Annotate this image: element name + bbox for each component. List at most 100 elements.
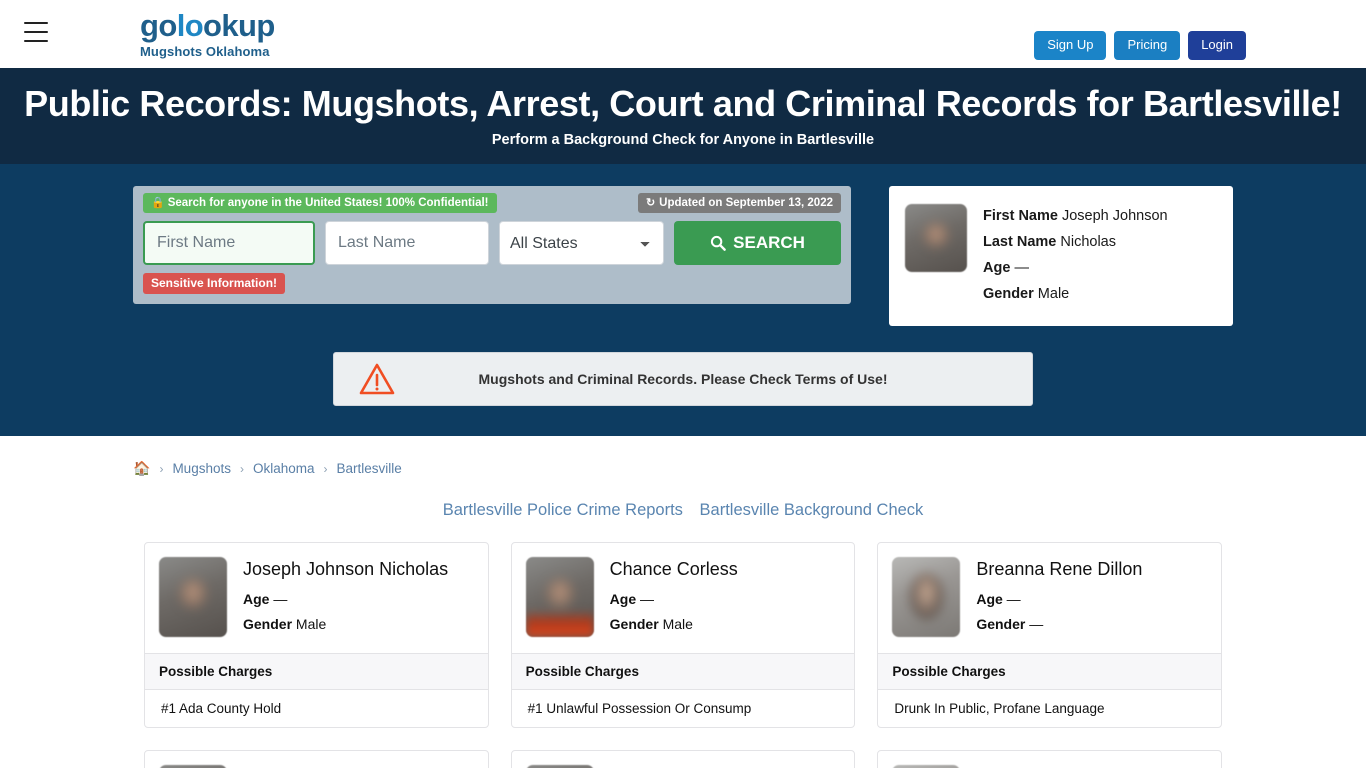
- terms-alert-wrapper: Mugshots and Criminal Records. Please Ch…: [0, 351, 1366, 406]
- charge-item: #1 Unlawful Possession Or Consump: [527, 701, 752, 717]
- featured-last-name-value: Nicholas: [1060, 234, 1116, 251]
- breadcrumb-separator: ›: [323, 461, 328, 476]
- result-gender-row: Gender Male: [243, 616, 448, 632]
- first-name-input[interactable]: [143, 221, 315, 266]
- age-label: Age: [243, 591, 270, 608]
- gender-value: —: [1029, 616, 1044, 633]
- search-wrapper: 🔒 Search for anyone in the United States…: [133, 186, 1233, 326]
- result-age-row: Age —: [243, 591, 448, 607]
- result-name: Breanna Rene Dillon: [976, 559, 1143, 580]
- search-form: All States SEARCH: [143, 221, 841, 266]
- breadcrumb-item-oklahoma[interactable]: Oklahoma: [253, 461, 315, 476]
- result-card-info: Breanna Rene Dillon Age — Gender —: [976, 557, 1142, 641]
- link-background-check[interactable]: Bartlesville Background Check: [700, 501, 924, 519]
- possible-charges-header: Possible Charges: [145, 653, 488, 691]
- confidential-badge-label: Search for anyone in the United States! …: [167, 196, 489, 209]
- search-button[interactable]: SEARCH: [674, 221, 841, 266]
- featured-first-name-label: First Name: [983, 208, 1058, 225]
- terms-alert: Mugshots and Criminal Records. Please Ch…: [333, 351, 1033, 406]
- logo-text: golookup: [140, 10, 275, 41]
- featured-first-name-row: First Name Joseph Johnson: [983, 204, 1168, 230]
- nav-actions: Sign Up Pricing Login: [1034, 31, 1246, 60]
- warning-triangle-icon: [359, 363, 395, 394]
- result-card-header: Chance Corless Age — Gender Male: [512, 543, 855, 653]
- result-card-header: [878, 751, 1221, 768]
- breadcrumb-item-bartlesville[interactable]: Bartlesville: [337, 461, 402, 476]
- result-card[interactable]: Chance Corless Age — Gender Male Possibl…: [510, 542, 856, 729]
- home-icon[interactable]: 🏠: [133, 460, 150, 477]
- result-card-header: Joseph Johnson Nicholas Age — Gender Mal…: [145, 543, 488, 653]
- gender-value: Male: [295, 616, 327, 633]
- result-card[interactable]: Joseph Johnson Nicholas Age — Gender Mal…: [144, 542, 489, 729]
- link-police-crime-reports[interactable]: Bartlesville Police Crime Reports: [443, 501, 683, 519]
- age-value: —: [1006, 591, 1021, 608]
- age-label: Age: [976, 591, 1003, 608]
- search-section: 🔒 Search for anyone in the United States…: [0, 164, 1366, 437]
- result-card[interactable]: Breanna Rene Dillon Age — Gender — Possi…: [877, 542, 1222, 729]
- result-card-header: [512, 751, 855, 768]
- featured-first-name-value: Joseph Johnson: [1061, 208, 1168, 225]
- result-gender-row: Gender —: [976, 616, 1142, 632]
- login-button[interactable]: Login: [1188, 31, 1246, 60]
- mugshot-photo: [159, 557, 227, 638]
- state-select[interactable]: All States: [499, 221, 665, 266]
- featured-last-name-label: Last Name: [983, 234, 1057, 251]
- featured-last-name-row: Last Name Nicholas: [983, 230, 1168, 256]
- age-label: Age: [609, 591, 637, 608]
- hamburger-menu-icon[interactable]: [24, 22, 48, 42]
- featured-gender-value: Male: [1037, 285, 1070, 302]
- hero-title-band: Public Records: Mugshots, Arrest, Court …: [0, 68, 1366, 165]
- search-panel: 🔒 Search for anyone in the United States…: [133, 186, 851, 305]
- featured-record-details: First Name Joseph Johnson Last Name Nich…: [983, 204, 1168, 307]
- gender-value: Male: [662, 616, 693, 633]
- magnifier-icon: [711, 236, 726, 252]
- confidential-badge: 🔒 Search for anyone in the United States…: [143, 193, 497, 214]
- main-content: 🏠 › Mugshots › Oklahoma › Bartlesville B…: [0, 436, 1366, 768]
- gender-label: Gender: [976, 616, 1026, 633]
- page-title: Public Records: Mugshots, Arrest, Court …: [24, 83, 1342, 124]
- top-navbar: golookup Mugshots Oklahoma Sign Up Prici…: [0, 0, 1366, 68]
- featured-age-value: —: [1014, 259, 1029, 276]
- page-subtitle: Perform a Background Check for Anyone in…: [491, 132, 875, 149]
- result-card-header: [145, 751, 488, 768]
- results-grid: Joseph Johnson Nicholas Age — Gender Mal…: [144, 542, 1222, 768]
- result-name: Joseph Johnson Nicholas: [243, 559, 449, 580]
- sensitive-info-badge: Sensitive Information!: [143, 273, 286, 295]
- logo-lo: lo: [176, 8, 204, 43]
- possible-charges-header: Possible Charges: [511, 653, 855, 691]
- terms-alert-text: Mugshots and Criminal Records. Please Ch…: [478, 370, 888, 387]
- search-panel-badges: 🔒 Search for anyone in the United States…: [143, 193, 841, 214]
- breadcrumb: 🏠 › Mugshots › Oklahoma › Bartlesville: [133, 460, 1233, 477]
- hamburger-bar: [24, 40, 48, 42]
- featured-age-label: Age: [983, 259, 1011, 276]
- result-age-row: Age —: [976, 591, 1142, 607]
- lock-icon: 🔒: [151, 197, 165, 210]
- charge-item: #1 Ada County Hold: [161, 701, 282, 717]
- featured-age-row: Age —: [983, 256, 1168, 282]
- result-card[interactable]: [144, 750, 489, 768]
- pricing-button[interactable]: Pricing: [1114, 31, 1181, 60]
- gender-label: Gender: [243, 616, 293, 633]
- result-gender-row: Gender Male: [610, 616, 738, 632]
- gender-label: Gender: [609, 616, 659, 633]
- quick-links: Bartlesville Police Crime Reports Bartle…: [0, 501, 1366, 520]
- signup-button[interactable]: Sign Up: [1034, 31, 1107, 60]
- featured-record-card[interactable]: First Name Joseph Johnson Last Name Nich…: [889, 186, 1233, 326]
- breadcrumb-separator: ›: [239, 461, 244, 476]
- hamburger-bar: [24, 31, 48, 33]
- logo-subtitle: Mugshots Oklahoma: [140, 44, 270, 59]
- featured-gender-row: Gender Male: [983, 282, 1168, 308]
- charge-item: Drunk In Public, Profane Language: [894, 701, 1105, 717]
- last-name-input[interactable]: [325, 221, 489, 266]
- updated-badge-label: Updated on September 13, 2022: [659, 196, 833, 209]
- age-value: —: [273, 591, 288, 608]
- refresh-icon: ↻: [645, 197, 656, 210]
- hamburger-bar: [24, 22, 48, 24]
- result-age-row: Age —: [610, 591, 738, 607]
- result-card[interactable]: [877, 750, 1222, 768]
- logo-go: go: [140, 8, 177, 43]
- logo-okup: okup: [203, 8, 275, 43]
- breadcrumb-item-mugshots[interactable]: Mugshots: [172, 461, 231, 476]
- result-card[interactable]: [510, 750, 856, 768]
- brand-logo[interactable]: golookup Mugshots Oklahoma: [140, 10, 275, 59]
